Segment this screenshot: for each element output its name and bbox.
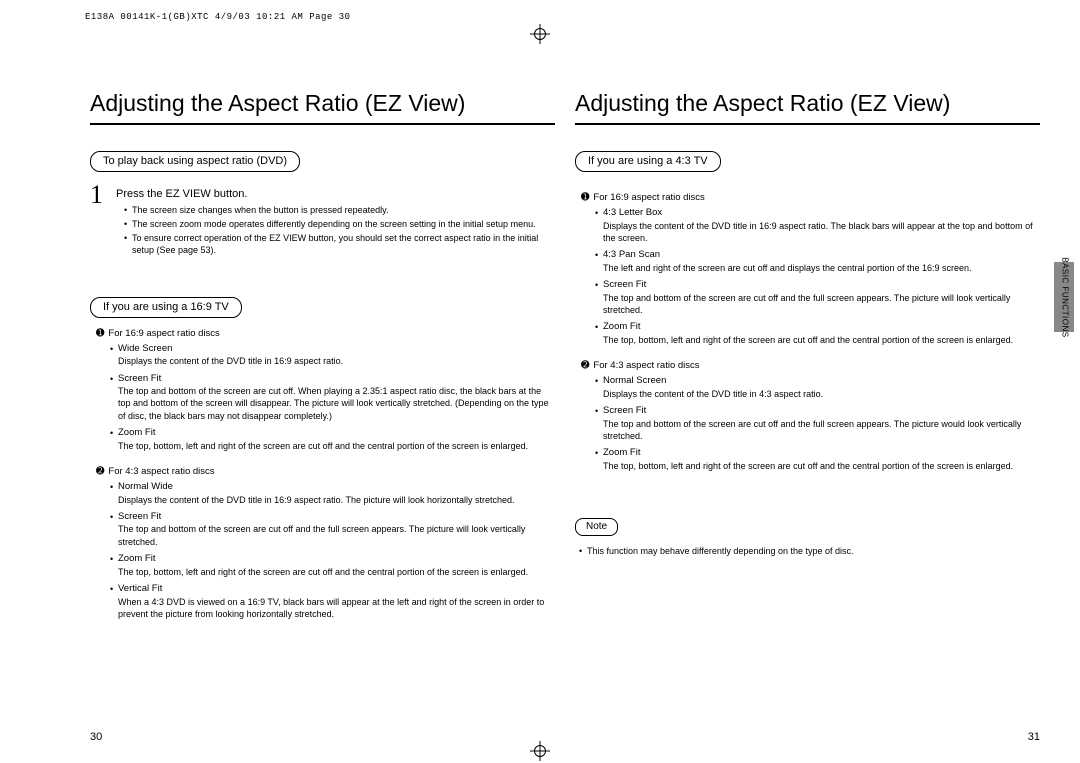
file-header: E138A 00141K-1(GB)XTC 4/9/03 10:21 AM Pa… <box>85 12 351 22</box>
mode-item: Normal ScreenDisplays the content of the… <box>595 375 1040 400</box>
section-pill-169tv: If you are using a 16:9 TV <box>90 297 242 318</box>
step-number: 1 <box>90 182 108 259</box>
mode-item: 4:3 Pan ScanThe left and right of the sc… <box>595 249 1040 274</box>
page-title: Adjusting the Aspect Ratio (EZ View) <box>90 90 555 117</box>
group-heading: For 4:3 aspect ratio discs <box>593 360 699 371</box>
group-heading: For 16:9 aspect ratio discs <box>593 192 704 203</box>
note-pill: Note <box>575 518 618 536</box>
page-title: Adjusting the Aspect Ratio (EZ View) <box>575 90 1040 117</box>
chapter-tab-label: BASIC FUNCTIONS <box>1060 257 1069 337</box>
page-left: Adjusting the Aspect Ratio (EZ View) To … <box>80 70 565 743</box>
page-number: 31 <box>1028 731 1040 743</box>
circled-1-icon: ➊ <box>581 192 589 203</box>
page-number: 30 <box>90 731 102 743</box>
circled-2-icon: ➋ <box>581 360 589 371</box>
mode-item: Zoom FitThe top, bottom, left and right … <box>595 447 1040 472</box>
bullet-item: To ensure correct operation of the EZ VI… <box>124 232 555 256</box>
disc-group-169: ➊ For 16:9 aspect ratio discs 4:3 Letter … <box>581 192 1040 346</box>
mode-item: Wide ScreenDisplays the content of the D… <box>110 343 555 368</box>
group-heading: For 4:3 aspect ratio discs <box>108 466 214 477</box>
step-heading: Press the EZ VIEW button. <box>116 188 555 200</box>
chapter-tab: BASIC FUNCTIONS <box>1054 262 1074 332</box>
mode-item: Vertical FitWhen a 4:3 DVD is viewed on … <box>110 583 555 620</box>
mode-item: Zoom FitThe top, bottom, left and right … <box>595 321 1040 346</box>
mode-item: Screen FitThe top and bottom of the scre… <box>595 405 1040 442</box>
page-right: Adjusting the Aspect Ratio (EZ View) If … <box>565 70 1050 743</box>
mode-item: Zoom FitThe top, bottom, left and right … <box>110 427 555 452</box>
disc-group-169: ➊ For 16:9 aspect ratio discs Wide Screen… <box>96 328 555 452</box>
crop-mark-top <box>530 24 550 44</box>
circled-2-icon: ➋ <box>96 466 104 477</box>
title-rule <box>90 123 555 125</box>
disc-group-43: ➋ For 4:3 aspect ratio discs Normal Scree… <box>581 360 1040 472</box>
mode-item: Screen FitThe top and bottom of the scre… <box>110 511 555 548</box>
mode-item: Zoom FitThe top, bottom, left and right … <box>110 553 555 578</box>
crop-mark-bottom <box>530 741 550 761</box>
step-1: 1 Press the EZ VIEW button. The screen s… <box>90 182 555 259</box>
section-pill-43tv: If you are using a 4:3 TV <box>575 151 721 172</box>
mode-item: Screen FitThe top and bottom of the scre… <box>110 373 555 422</box>
mode-item: Normal WideDisplays the content of the D… <box>110 481 555 506</box>
mode-item: Screen FitThe top and bottom of the scre… <box>595 279 1040 316</box>
bullet-item: The screen size changes when the button … <box>124 204 555 216</box>
disc-group-43: ➋ For 4:3 aspect ratio discs Normal WideD… <box>96 466 555 620</box>
group-heading: For 16:9 aspect ratio discs <box>108 328 219 339</box>
circled-1-icon: ➊ <box>96 328 104 339</box>
page-spread: Adjusting the Aspect Ratio (EZ View) To … <box>80 70 1050 743</box>
title-rule <box>575 123 1040 125</box>
note-text: This function may behave differently dep… <box>579 546 1040 556</box>
bullet-item: The screen zoom mode operates differentl… <box>124 218 555 230</box>
section-pill-playback: To play back using aspect ratio (DVD) <box>90 151 300 172</box>
mode-item: 4:3 Letter BoxDisplays the content of th… <box>595 207 1040 244</box>
